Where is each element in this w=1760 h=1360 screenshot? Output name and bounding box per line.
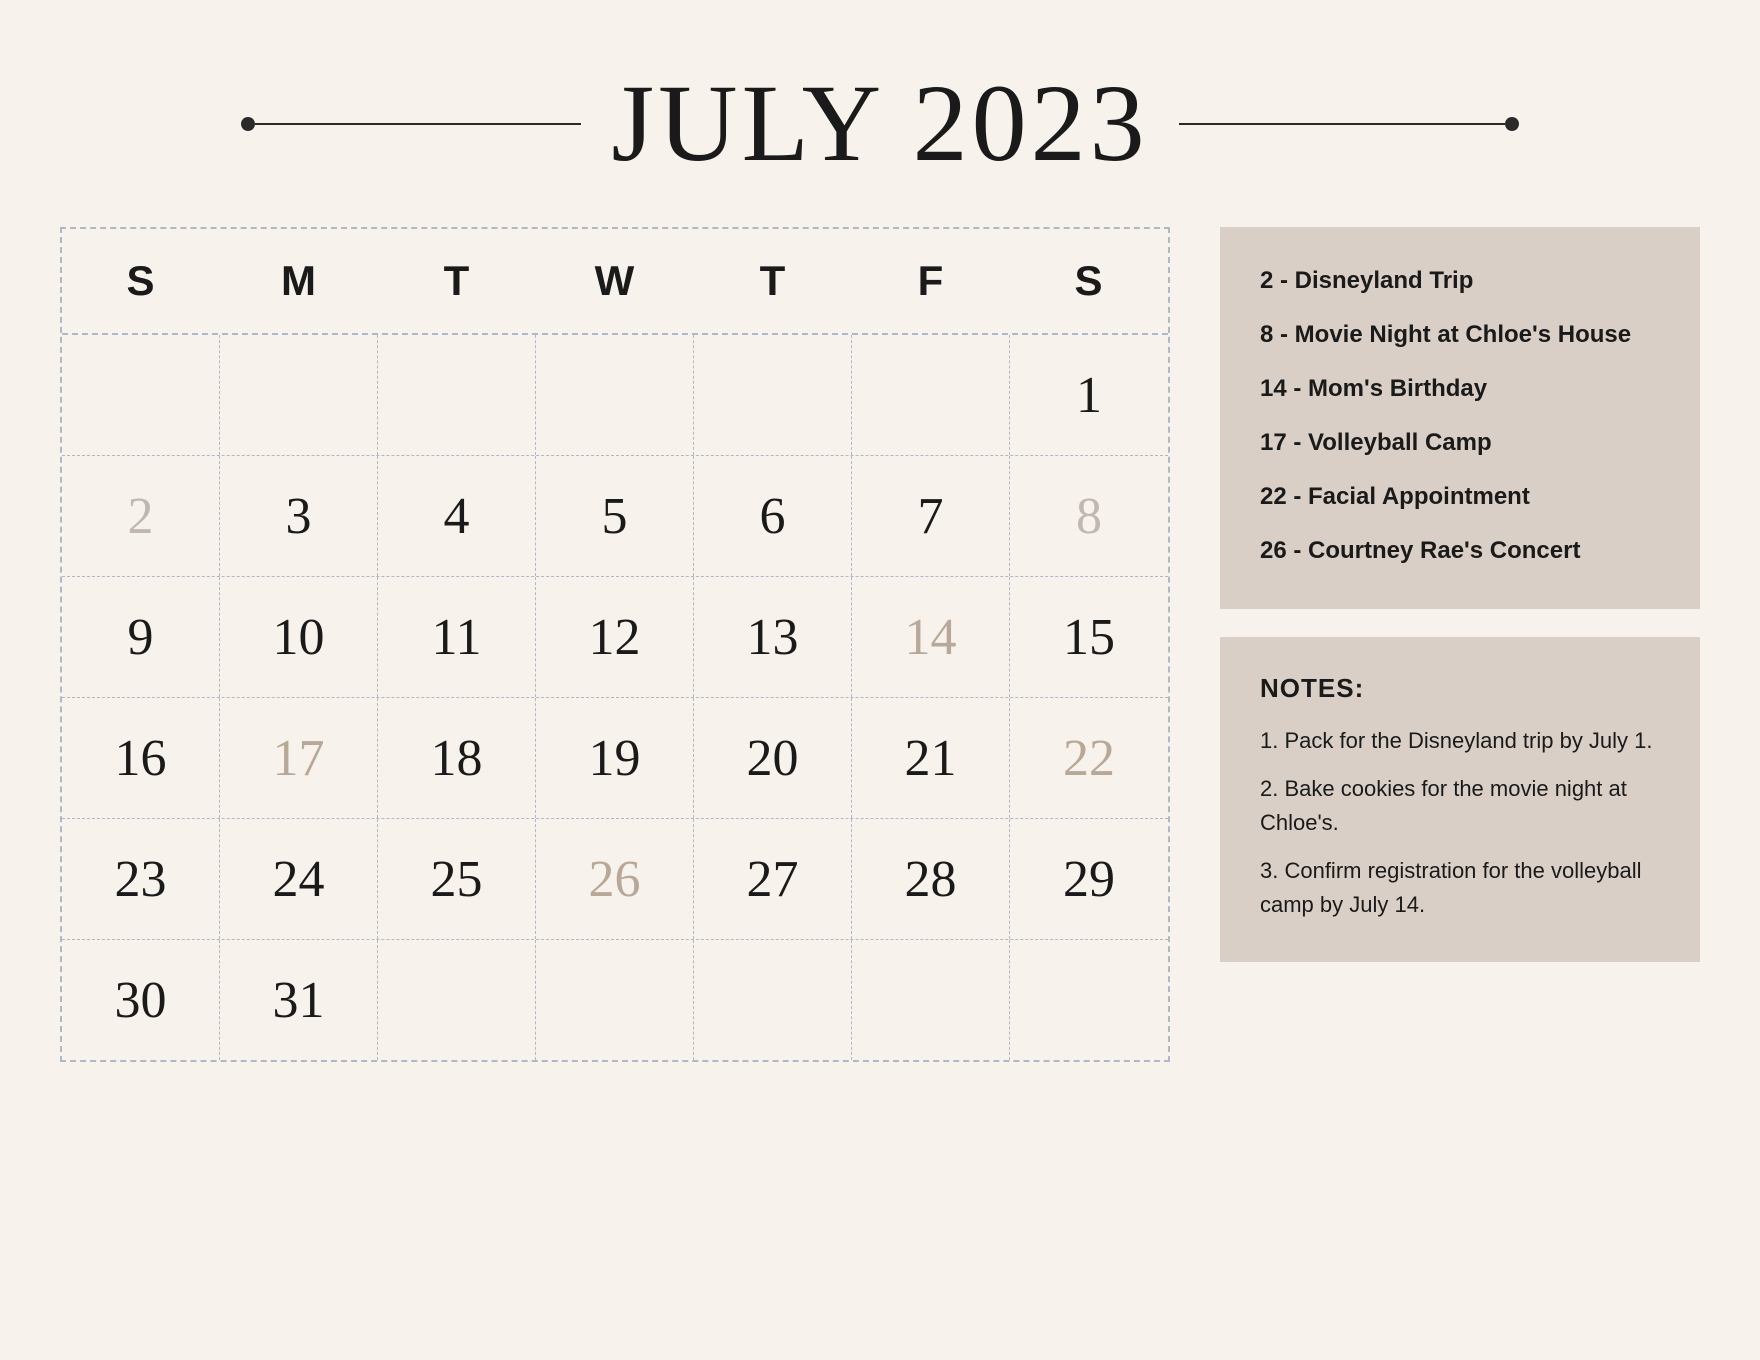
- page-header: JULY 2023: [0, 0, 1760, 227]
- event-item-4: 17 - Volleyball Camp: [1260, 425, 1660, 461]
- dot-left-icon: [241, 117, 255, 131]
- calendar-week-1: 1: [62, 335, 1168, 456]
- decorative-line-right: [1179, 117, 1519, 131]
- col-header-thu: T: [694, 229, 852, 333]
- cal-cell-2: 2: [62, 456, 220, 576]
- calendar-week-5: 23 24 25 26 27 28 29: [62, 819, 1168, 940]
- cal-cell-27: 27: [694, 819, 852, 939]
- calendar-header: S M T W T F S: [62, 229, 1168, 335]
- note-item-2: 2. Bake cookies for the movie night at C…: [1260, 772, 1660, 840]
- cal-cell-empty-5: [1010, 940, 1168, 1060]
- cal-cell-9: 9: [62, 577, 220, 697]
- event-item-5: 22 - Facial Appointment: [1260, 479, 1660, 515]
- cal-cell-19: 19: [536, 698, 694, 818]
- header-line-left: [80, 117, 611, 131]
- cal-cell-empty-1: [378, 940, 536, 1060]
- cal-cell-26: 26: [536, 819, 694, 939]
- cal-cell: [220, 335, 378, 455]
- cal-cell-6: 6: [694, 456, 852, 576]
- calendar-week-6: 30 31: [62, 940, 1168, 1060]
- cal-cell-empty-3: [694, 940, 852, 1060]
- col-header-tue: T: [378, 229, 536, 333]
- calendar-week-3: 9 10 11 12 13 14 15: [62, 577, 1168, 698]
- notes-box: NOTES: 1. Pack for the Disneyland trip b…: [1220, 637, 1700, 962]
- cal-cell: [62, 335, 220, 455]
- cal-cell: [536, 335, 694, 455]
- cal-cell: [852, 335, 1010, 455]
- event-item-2: 8 - Movie Night at Chloe's House: [1260, 317, 1660, 353]
- cal-cell-29: 29: [1010, 819, 1168, 939]
- event-item-6: 26 - Courtney Rae's Concert: [1260, 533, 1660, 569]
- cal-cell-3: 3: [220, 456, 378, 576]
- calendar-wrapper: S M T W T F S 1 2 3 4: [60, 227, 1170, 1062]
- event-item-3: 14 - Mom's Birthday: [1260, 371, 1660, 407]
- cal-cell-23: 23: [62, 819, 220, 939]
- cal-cell-7: 7: [852, 456, 1010, 576]
- cal-cell-16: 16: [62, 698, 220, 818]
- col-header-mon: M: [220, 229, 378, 333]
- cal-cell-empty-4: [852, 940, 1010, 1060]
- cal-cell-12: 12: [536, 577, 694, 697]
- cal-cell-20: 20: [694, 698, 852, 818]
- decorative-line-left: [241, 117, 581, 131]
- cal-cell-24: 24: [220, 819, 378, 939]
- calendar-grid: S M T W T F S 1 2 3 4: [60, 227, 1170, 1062]
- cal-cell-17: 17: [220, 698, 378, 818]
- cal-cell-empty-2: [536, 940, 694, 1060]
- col-header-fri: F: [852, 229, 1010, 333]
- cal-cell-22: 22: [1010, 698, 1168, 818]
- notes-title: NOTES:: [1260, 673, 1660, 704]
- col-header-wed: W: [536, 229, 694, 333]
- cal-cell-4: 4: [378, 456, 536, 576]
- hline-left: [255, 123, 581, 125]
- calendar-week-2: 2 3 4 5 6 7 8: [62, 456, 1168, 577]
- cal-cell-14: 14: [852, 577, 1010, 697]
- col-header-sat: S: [1010, 229, 1168, 333]
- calendar-week-4: 16 17 18 19 20 21 22: [62, 698, 1168, 819]
- event-item-1: 2 - Disneyland Trip: [1260, 263, 1660, 299]
- cal-cell-10: 10: [220, 577, 378, 697]
- cal-cell-15: 15: [1010, 577, 1168, 697]
- cal-cell-28: 28: [852, 819, 1010, 939]
- cal-cell-5: 5: [536, 456, 694, 576]
- hline-right: [1179, 123, 1505, 125]
- sidebar: 2 - Disneyland Trip 8 - Movie Night at C…: [1220, 227, 1700, 962]
- cal-cell-21: 21: [852, 698, 1010, 818]
- page-title: JULY 2023: [611, 60, 1148, 187]
- events-box: 2 - Disneyland Trip 8 - Movie Night at C…: [1220, 227, 1700, 609]
- cal-cell-31: 31: [220, 940, 378, 1060]
- dot-right-icon: [1505, 117, 1519, 131]
- cal-cell-30: 30: [62, 940, 220, 1060]
- main-content: S M T W T F S 1 2 3 4: [0, 227, 1760, 1102]
- cal-cell-jul1: 1: [1010, 335, 1168, 455]
- cal-cell-8: 8: [1010, 456, 1168, 576]
- cal-cell-11: 11: [378, 577, 536, 697]
- cal-cell-18: 18: [378, 698, 536, 818]
- cal-cell: [694, 335, 852, 455]
- header-line-right: [1149, 117, 1680, 131]
- note-item-1: 1. Pack for the Disneyland trip by July …: [1260, 724, 1660, 758]
- col-header-sun: S: [62, 229, 220, 333]
- cal-cell-25: 25: [378, 819, 536, 939]
- cal-cell: [378, 335, 536, 455]
- note-item-3: 3. Confirm registration for the volleyba…: [1260, 854, 1660, 922]
- cal-cell-13: 13: [694, 577, 852, 697]
